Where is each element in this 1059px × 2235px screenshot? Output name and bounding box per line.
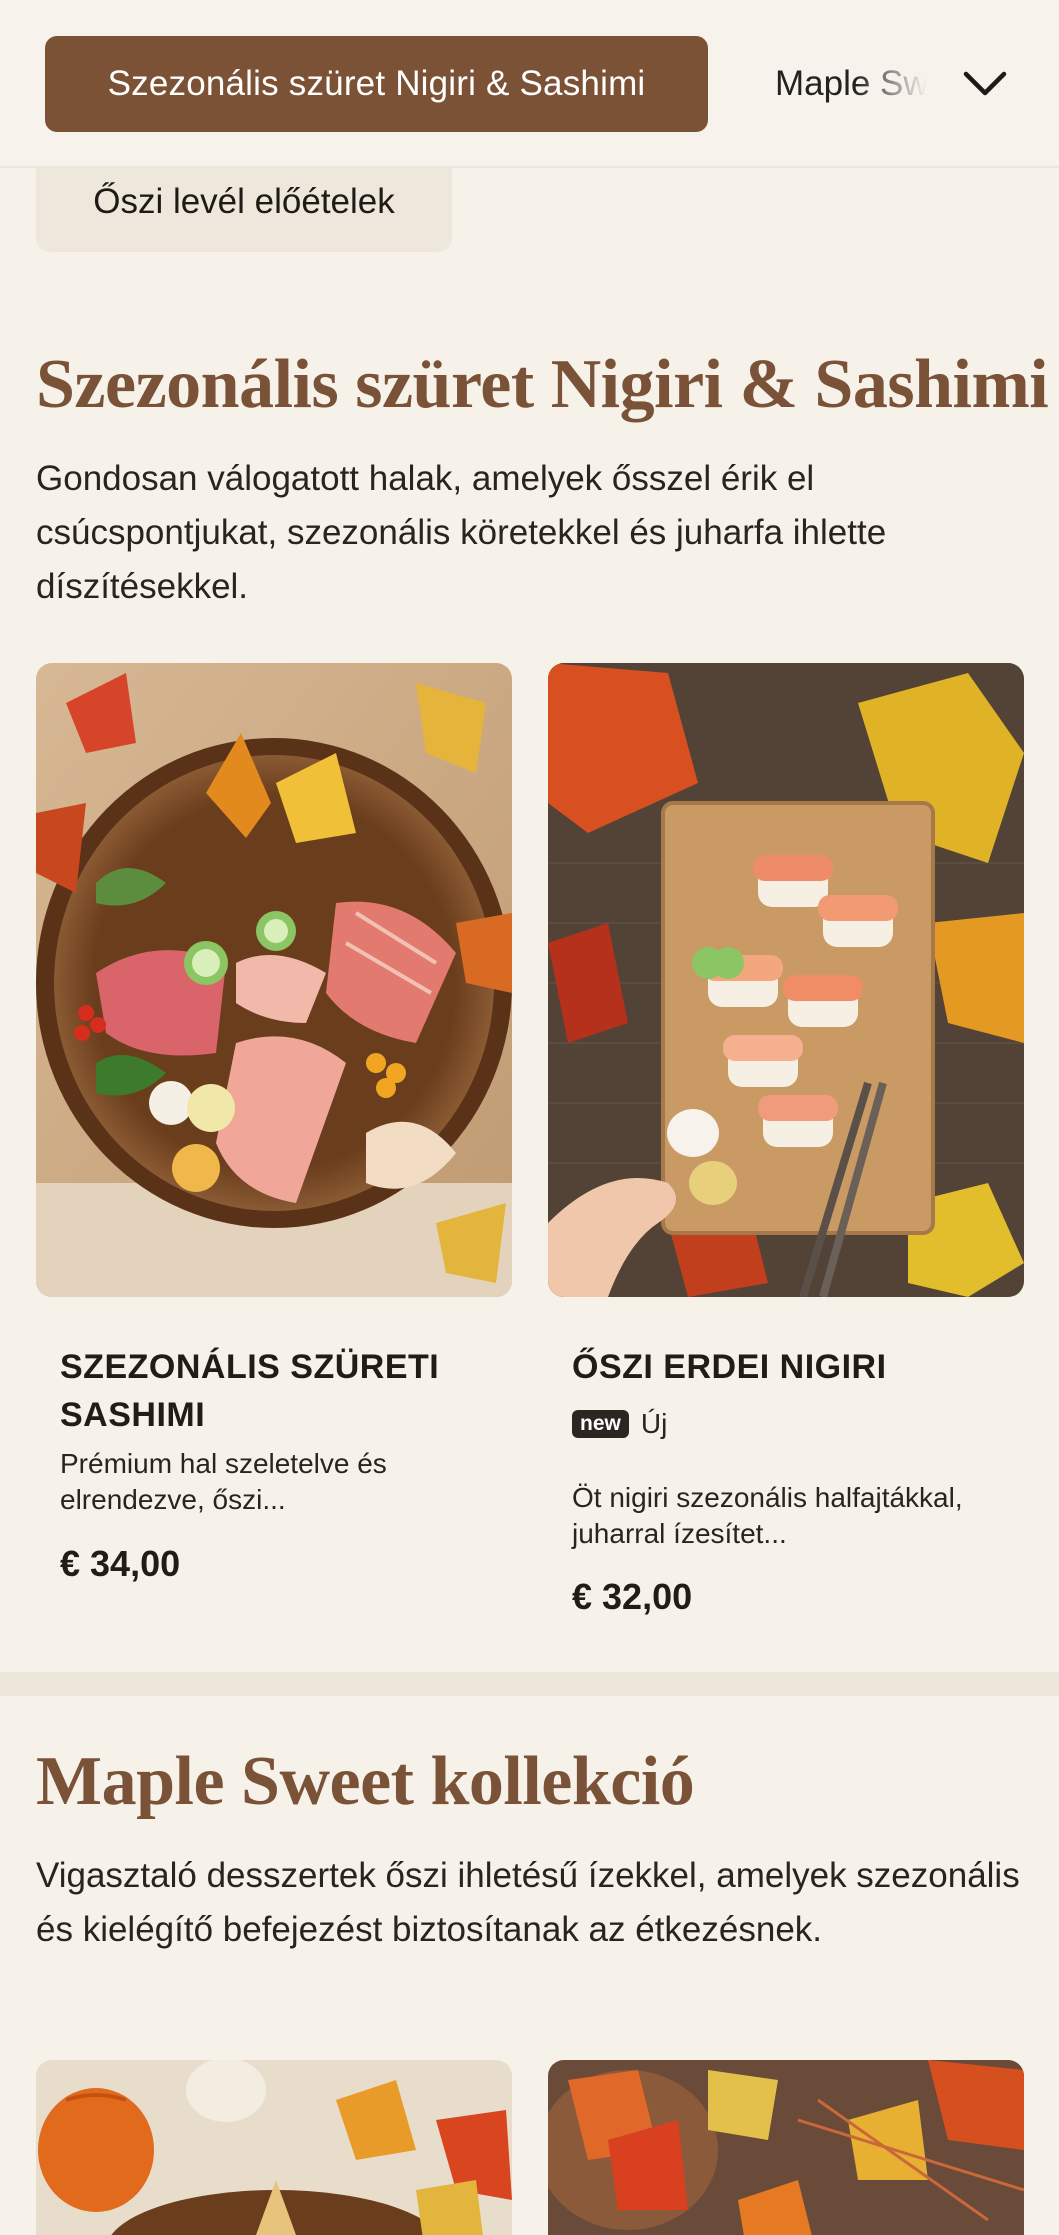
- chevron-down-icon: [963, 71, 1007, 96]
- item-price: € 32,00: [572, 1576, 693, 1617]
- new-badge: new: [572, 1410, 629, 1438]
- dessert-pumpkin-image[interactable]: [36, 2060, 512, 2235]
- category-nav: Szezonális szüret Nigiri & Sashimi Maple…: [0, 0, 1059, 168]
- category-tab-next[interactable]: Maple Sweet kollekció: [775, 36, 935, 132]
- nigiri-board-image[interactable]: [548, 663, 1024, 1297]
- category-expand-button[interactable]: [950, 52, 1020, 116]
- section-title: Szezonális szüret Nigiri & Sashimi: [36, 346, 1049, 423]
- item-description: Öt nigiri szezonális halfajtákkal, juhar…: [572, 1482, 963, 1549]
- section-description: Gondosan válogatott halak, amelyek őssze…: [36, 459, 887, 606]
- item-price: € 34,00: [60, 1543, 181, 1584]
- category-tab-active[interactable]: Szezonális szüret Nigiri & Sashimi: [45, 36, 708, 132]
- section-title: Maple Sweet kollekció: [36, 1743, 695, 1820]
- section-description: Vigasztaló desszertek őszi ihletésű ízek…: [36, 1856, 1020, 1949]
- item-name[interactable]: SZEZONÁLIS SZÜRETI SASHIMI: [60, 1343, 480, 1439]
- new-badge-row: new Új: [572, 1408, 667, 1440]
- new-badge-label: Új: [640, 1408, 668, 1439]
- dessert-leaves-image[interactable]: [548, 2060, 1024, 2235]
- section-divider: [0, 1672, 1059, 1696]
- item-name[interactable]: ŐSZI ERDEI NIGIRI: [572, 1343, 992, 1391]
- sashimi-platter-image[interactable]: [36, 663, 512, 1297]
- item-description: Prémium hal szeletelve és elrendezve, ős…: [60, 1448, 387, 1515]
